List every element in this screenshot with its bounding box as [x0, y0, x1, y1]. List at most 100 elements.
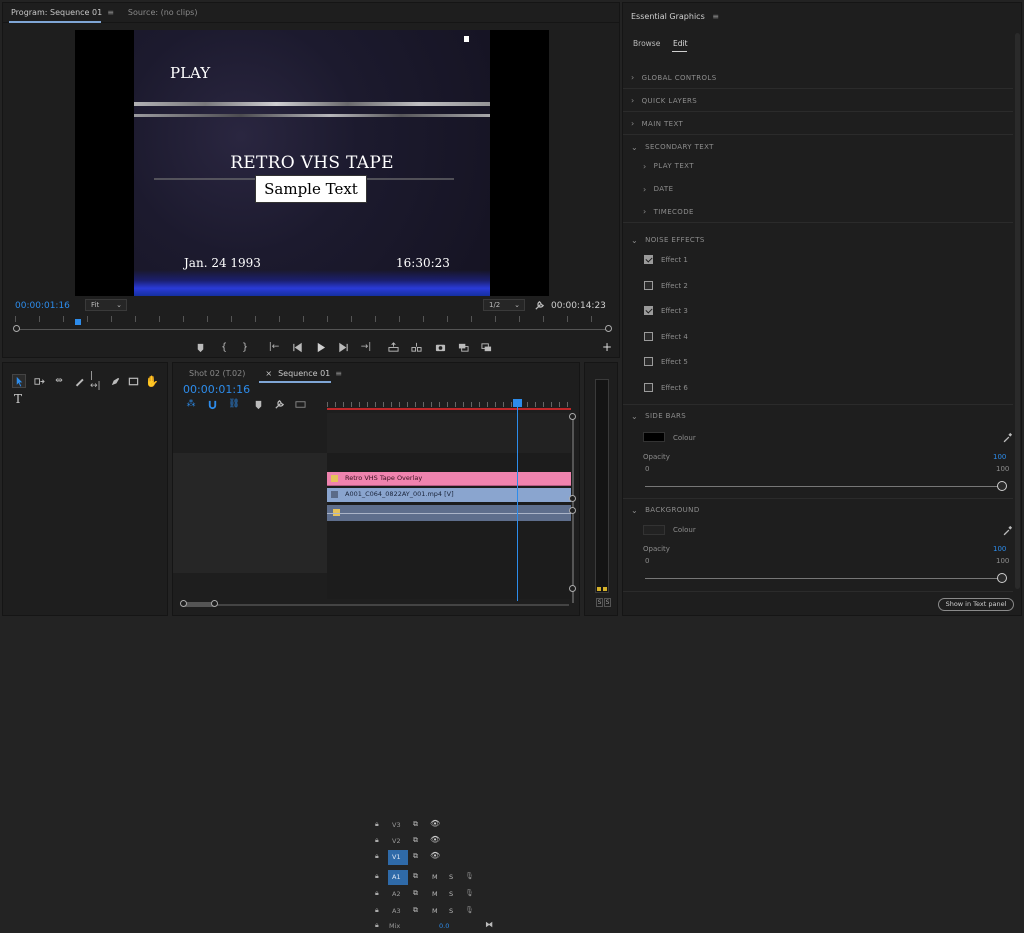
side-bars-opacity-knob[interactable]	[997, 481, 1007, 491]
tab-program[interactable]: Program: Sequence 01 ≡	[11, 8, 114, 17]
toggle-sync-lock-icon[interactable]: ⧉	[413, 906, 418, 915]
pen-tool-icon[interactable]	[109, 375, 121, 387]
go-to-in-icon[interactable]: |←	[268, 341, 280, 353]
side-bars-colour-swatch[interactable]	[643, 432, 665, 442]
lock-icon[interactable]: 🔒︎	[375, 836, 379, 845]
mute-button[interactable]: M	[432, 873, 438, 881]
mute-button[interactable]: M	[432, 907, 438, 915]
section-quick-layers[interactable]: › QUICK LAYERS	[623, 90, 1013, 112]
side-bars-opacity-value[interactable]: 100	[993, 453, 1006, 461]
resolution-dropdown[interactable]: 1/2 ⌄	[483, 299, 525, 311]
timeline-ruler[interactable]	[327, 399, 571, 411]
extract-icon[interactable]	[410, 341, 422, 353]
eg-scrollbar[interactable]	[1015, 33, 1020, 589]
step-back-icon[interactable]	[291, 341, 303, 353]
type-tool-icon[interactable]: T	[12, 392, 24, 406]
meter-solo-left[interactable]: S	[596, 598, 603, 607]
effect-checkbox[interactable]	[644, 280, 653, 290]
section-noise-effects[interactable]: ⌄ NOISE EFFECTS	[623, 229, 1013, 251]
eyedropper-icon[interactable]	[1001, 431, 1013, 443]
effect-checkbox[interactable]	[644, 357, 653, 366]
lock-icon[interactable]: 🔒︎	[375, 872, 379, 881]
solo-button[interactable]: S	[449, 890, 453, 898]
background-opacity-track[interactable]	[645, 578, 1001, 579]
horizontal-scroll-handle-left[interactable]	[180, 600, 187, 607]
microphone-icon[interactable]: 🎙︎	[465, 872, 474, 880]
step-forward-icon[interactable]	[337, 341, 349, 353]
section-side-bars[interactable]: ⌄ SIDE BARS	[623, 405, 1013, 427]
nest-icon[interactable]: ⁂	[185, 398, 197, 410]
program-timecode-current[interactable]: 00:00:01:16	[15, 301, 70, 311]
video-frame[interactable]: PLAY RETRO VHS TAPE Sample Text Jan. 24 …	[75, 30, 549, 296]
effect-checkbox[interactable]	[644, 255, 653, 264]
tab-sequence-01[interactable]: × Sequence 01 ≡	[265, 369, 342, 378]
slip-tool-icon[interactable]: |↔|	[90, 371, 102, 391]
menu-icon[interactable]: ≡	[712, 12, 719, 21]
selection-tool-icon[interactable]	[12, 374, 26, 388]
background-opacity-knob[interactable]	[997, 573, 1007, 583]
meter-solo-right[interactable]: S	[604, 598, 611, 607]
section-background[interactable]: ⌄ BACKGROUND	[623, 499, 1013, 521]
vertical-scroll-handle-top[interactable]	[569, 413, 576, 420]
solo-button[interactable]: S	[449, 873, 453, 881]
section-main-text[interactable]: › MAIN TEXT	[623, 113, 1013, 135]
mix-value[interactable]: 0.0	[439, 922, 449, 930]
eg-tab-browse[interactable]: Browse	[633, 39, 660, 48]
lock-icon[interactable]: 🔒︎	[375, 820, 379, 829]
wrench-icon[interactable]	[533, 299, 545, 311]
solo-button[interactable]: S	[449, 907, 453, 915]
eg-tab-edit[interactable]: Edit	[673, 39, 688, 48]
add-marker-icon[interactable]	[194, 341, 206, 353]
play-icon[interactable]	[314, 341, 326, 353]
toggle-sync-lock-icon[interactable]: ⧉	[413, 836, 418, 845]
add-button-icon[interactable]: +	[601, 340, 613, 354]
wrench-icon[interactable]	[273, 398, 285, 410]
tab-shot-02[interactable]: Shot 02 (T.02)	[189, 369, 245, 378]
lock-icon[interactable]: 🔒︎	[375, 921, 379, 930]
menu-icon[interactable]: ≡	[335, 369, 342, 378]
add-marker-icon[interactable]	[252, 398, 264, 410]
eyedropper-icon[interactable]	[1001, 524, 1013, 536]
microphone-icon[interactable]: 🎙︎	[465, 906, 474, 914]
mark-out-icon[interactable]: }	[239, 341, 251, 353]
linked-selection-icon[interactable]: ⛓	[228, 398, 240, 410]
background-colour-swatch[interactable]	[643, 525, 665, 535]
camera-icon[interactable]	[434, 341, 446, 353]
eye-icon[interactable]: 👁︎	[430, 835, 440, 844]
lock-icon[interactable]: 🔒︎	[375, 889, 379, 898]
show-in-text-panel-button[interactable]: Show in Text panel	[938, 598, 1014, 611]
rectangle-tool-icon[interactable]	[127, 375, 139, 387]
effect-checkbox[interactable]	[644, 382, 653, 392]
horizontal-scroll-handle-right[interactable]	[211, 600, 218, 607]
effect-row[interactable]: Effect 1	[623, 253, 1013, 267]
eye-icon[interactable]: 👁︎	[430, 851, 440, 860]
captions-icon[interactable]	[294, 398, 306, 410]
toggle-sync-lock-icon[interactable]: ⧉	[413, 820, 418, 829]
toggle-sync-lock-icon[interactable]: ⧉	[413, 852, 418, 861]
ripple-edit-tool-icon[interactable]: ⇹	[53, 375, 65, 387]
effect-row[interactable]: Effect 6	[623, 381, 1013, 395]
zoom-handle-left[interactable]	[13, 325, 20, 332]
subsection-timecode[interactable]: › TIMECODE	[623, 201, 1013, 223]
vertical-scroll-handle-bottom[interactable]	[569, 585, 576, 592]
section-global-controls[interactable]: › GLOBAL CONTROLS	[623, 67, 1013, 89]
effect-checkbox[interactable]	[644, 331, 653, 341]
go-to-end-icon[interactable]: ⧓	[485, 920, 493, 929]
vhs-sample-text[interactable]: Sample Text	[255, 175, 367, 203]
timeline-timecode[interactable]: 00:00:01:16	[183, 383, 250, 396]
close-icon[interactable]: ×	[265, 369, 272, 378]
snap-icon[interactable]	[206, 398, 218, 410]
clip-retro-overlay[interactable]: Retro VHS Tape Overlay	[327, 472, 571, 486]
insert-icon[interactable]	[457, 341, 469, 353]
toggle-sync-lock-icon[interactable]: ⧉	[413, 889, 418, 898]
effect-row[interactable]: Effect 4	[623, 330, 1013, 344]
mute-button[interactable]: M	[432, 890, 438, 898]
razor-tool-icon[interactable]	[73, 375, 85, 387]
effect-row[interactable]: Effect 2	[623, 279, 1013, 293]
effect-row[interactable]: Effect 3	[623, 304, 1013, 318]
track-select-tool-icon[interactable]	[33, 375, 45, 387]
vertical-scroll-handle-mid[interactable]	[569, 495, 576, 502]
lock-icon[interactable]: 🔒︎	[375, 906, 379, 915]
timeline-playhead[interactable]	[513, 399, 523, 601]
side-bars-opacity-track[interactable]	[645, 486, 1001, 487]
